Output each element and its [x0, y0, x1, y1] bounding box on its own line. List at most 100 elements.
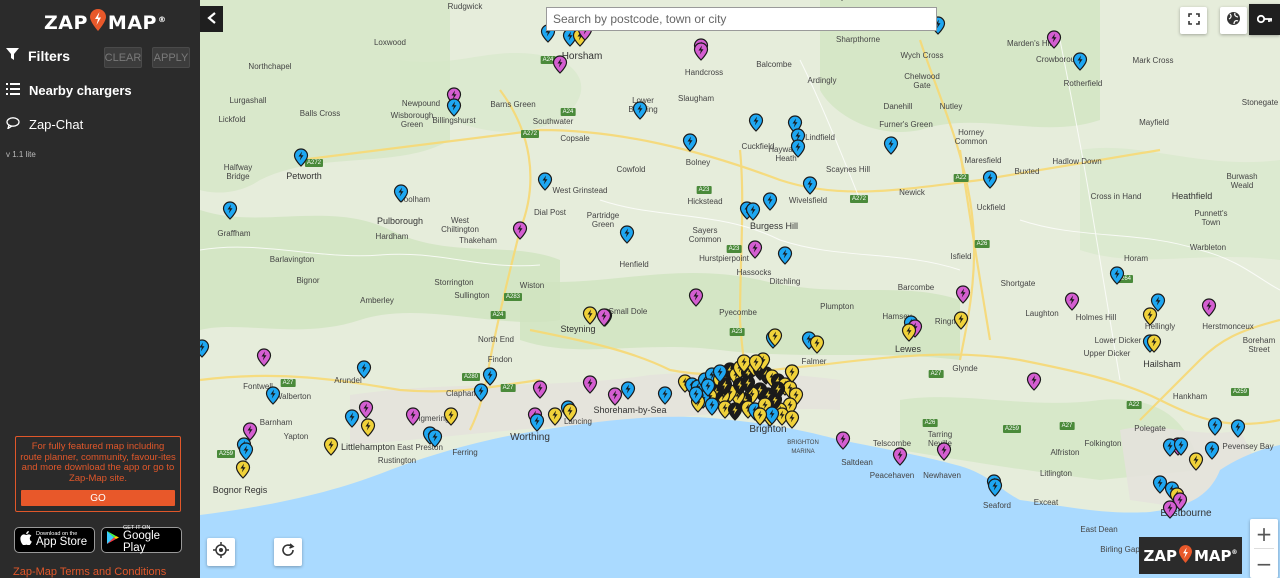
charger-pin[interactable] [607, 387, 623, 406]
charger-pin[interactable] [892, 447, 908, 466]
charger-pin[interactable] [512, 221, 528, 240]
login-button[interactable] [1249, 4, 1280, 35]
charger-pin[interactable] [883, 136, 899, 155]
charger-pin[interactable] [1207, 417, 1223, 436]
charger-pin[interactable] [235, 460, 251, 479]
clear-filters-button[interactable]: CLEAR [104, 47, 142, 68]
charger-pin[interactable] [1188, 452, 1204, 471]
charger-pin[interactable] [529, 413, 545, 432]
charger-pin[interactable] [360, 418, 376, 437]
charger-pin[interactable] [200, 339, 210, 358]
charger-pin[interactable] [1026, 372, 1042, 391]
charger-pin[interactable] [1109, 266, 1125, 285]
charger-pin[interactable] [802, 176, 818, 195]
charger-pin[interactable] [790, 139, 806, 158]
charger-pin[interactable] [777, 246, 793, 265]
charger-pin[interactable] [1201, 298, 1217, 317]
charger-pin[interactable] [1152, 475, 1168, 494]
charger-pin[interactable] [704, 397, 720, 416]
charger-pin[interactable] [955, 285, 971, 304]
charger-pin[interactable] [344, 409, 360, 428]
google-play-icon [107, 531, 119, 549]
charger-pin[interactable] [393, 184, 409, 203]
filter-funnel-icon [6, 48, 19, 64]
charger-pin[interactable] [688, 288, 704, 307]
nearby-chargers-label: Nearby chargers [29, 83, 132, 98]
apple-icon [20, 530, 32, 550]
charger-pin[interactable] [1142, 307, 1158, 326]
terms-link[interactable]: Zap-Map Terms and Conditions [13, 566, 166, 578]
charger-pins-layer[interactable] [200, 0, 1280, 578]
charger-pin[interactable] [762, 192, 778, 211]
charger-pin[interactable] [293, 148, 309, 167]
charger-pin[interactable] [356, 360, 372, 379]
charger-pin[interactable] [582, 375, 598, 394]
charger-pin[interactable] [532, 380, 548, 399]
filters-menu-item[interactable]: Filters [6, 48, 70, 64]
charger-pin[interactable] [682, 133, 698, 152]
charger-pin[interactable] [222, 201, 238, 220]
charger-pin[interactable] [1204, 441, 1220, 460]
zap-chat-menu-item[interactable]: Zap-Chat [6, 117, 83, 132]
charger-pin[interactable] [482, 367, 498, 386]
charger-pin[interactable] [1162, 500, 1178, 519]
charger-pin[interactable] [748, 113, 764, 132]
charger-pin[interactable] [256, 348, 272, 367]
charger-pin[interactable] [1046, 30, 1062, 49]
charger-pin[interactable] [446, 98, 462, 117]
charger-pin[interactable] [238, 442, 254, 461]
zoom-in-button[interactable]: + [1250, 519, 1278, 548]
charger-pin[interactable] [632, 101, 648, 120]
charger-pin[interactable] [596, 308, 612, 327]
charger-pin[interactable] [547, 407, 563, 426]
charger-pin[interactable] [537, 172, 553, 191]
charger-pin[interactable] [747, 240, 763, 259]
charger-pin[interactable] [752, 407, 768, 426]
apply-filters-button[interactable]: APPLY [152, 47, 190, 68]
logo-text-right: MAP [107, 11, 157, 34]
zoom-out-button[interactable]: − [1250, 549, 1278, 578]
charger-pin[interactable] [265, 386, 281, 405]
charger-pin[interactable] [552, 55, 568, 74]
charger-pin[interactable] [784, 410, 800, 429]
app-store-button[interactable]: Download on the App Store [14, 527, 95, 553]
charger-pin[interactable] [443, 407, 459, 426]
refresh-button[interactable] [274, 538, 302, 566]
charger-pin[interactable] [562, 403, 578, 422]
go-button[interactable]: GO [21, 490, 175, 506]
charger-pin[interactable] [901, 323, 917, 342]
collapse-sidebar-button[interactable] [200, 6, 223, 32]
charger-pin[interactable] [657, 386, 673, 405]
search-input[interactable] [546, 7, 937, 31]
charger-pin[interactable] [835, 431, 851, 450]
charger-pin[interactable] [982, 170, 998, 189]
fullscreen-button[interactable] [1180, 7, 1207, 34]
charger-pin[interactable] [242, 422, 258, 441]
charger-pin[interactable] [619, 225, 635, 244]
charger-pin[interactable] [1064, 292, 1080, 311]
map-watermark-logo: ZAP MAP ® [1139, 537, 1242, 574]
charger-pin[interactable] [987, 478, 1003, 497]
charger-pin[interactable] [936, 442, 952, 461]
charger-pin[interactable] [405, 407, 421, 426]
map-type-button[interactable] [1220, 7, 1247, 34]
charger-pin[interactable] [953, 311, 969, 330]
nearby-chargers-menu-item[interactable]: Nearby chargers [6, 83, 132, 98]
globe-icon [1226, 11, 1241, 31]
google-play-button[interactable]: GET IT ON Google Play [101, 525, 182, 554]
charger-pin[interactable] [1072, 52, 1088, 71]
charger-pin[interactable] [323, 437, 339, 456]
map-canvas[interactable]: Rudgwick Loxwood Northchapel Lurgashall … [200, 0, 1280, 578]
charger-pin[interactable] [620, 381, 636, 400]
version-label: v 1.1 lite [6, 150, 36, 159]
charger-pin[interactable] [358, 400, 374, 419]
charger-pin[interactable] [1230, 419, 1246, 438]
charger-pin[interactable] [693, 42, 709, 61]
charger-pin[interactable] [582, 306, 598, 325]
charger-pin[interactable] [473, 383, 489, 402]
zapmap-logo[interactable]: ZAP MAP ® [44, 9, 166, 36]
charger-pin[interactable] [727, 402, 743, 421]
charger-pin[interactable] [809, 335, 825, 354]
locate-me-button[interactable] [207, 538, 235, 566]
charger-pin[interactable] [427, 429, 443, 448]
